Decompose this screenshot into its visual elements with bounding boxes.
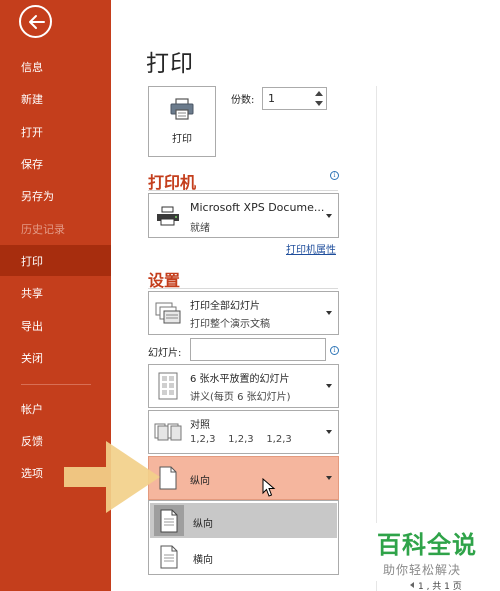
sidebar-item-new[interactable]: 新建 — [0, 83, 111, 114]
orientation-option-label: 横向 — [193, 555, 213, 566]
slides-label: 幻灯片: — [148, 348, 182, 359]
sidebar-item-save-as[interactable]: 另存为 — [0, 180, 111, 211]
slides-range-dropdown[interactable]: 打印全部幻灯片 打印整个演示文稿 — [148, 291, 339, 335]
printer-status: 就绪 — [190, 223, 210, 234]
sidebar-item-history: 历史记录 — [21, 222, 65, 236]
printer-heading-rule — [148, 190, 338, 191]
orientation-option-landscape[interactable]: 横向 — [150, 539, 337, 574]
chevron-down-icon — [326, 476, 332, 480]
decrement-icon[interactable] — [315, 101, 323, 106]
sidebar-item-info[interactable]: 信息 — [0, 51, 111, 82]
chevron-down-icon — [326, 384, 332, 388]
handout-layout-icon — [153, 369, 183, 403]
orientation-dropdown[interactable]: 纵向 — [148, 456, 339, 500]
orientation-option-portrait[interactable]: 纵向 — [150, 503, 337, 538]
sidebar-item-print[interactable]: 打印 — [0, 245, 111, 276]
collation-dropdown[interactable]: 对照 1,2,3 1,2,3 1,2,3 — [148, 410, 339, 454]
orientation-title: 纵向 — [190, 476, 210, 487]
watermark-subtitle: 助你轻松解决 — [383, 563, 462, 577]
layout-title: 6 张水平放置的幻灯片 — [190, 374, 290, 385]
slides-info-icon[interactable]: i — [330, 346, 339, 355]
watermark-logo: 百科全说 助你轻松解决 — [371, 523, 491, 581]
printer-icon — [169, 98, 195, 124]
copies-label: 份数: — [231, 95, 255, 106]
print-button[interactable]: 打印 — [148, 86, 216, 157]
settings-heading-rule — [148, 288, 338, 289]
orientation-option-label: 纵向 — [193, 519, 213, 530]
watermark-title: 百科全说 — [377, 531, 477, 559]
sidebar-item-close[interactable]: 关闭 — [0, 342, 111, 373]
chevron-down-icon — [326, 430, 332, 434]
copies-stepper[interactable]: 1 — [262, 87, 327, 110]
landscape-page-icon — [154, 541, 184, 572]
slides-icon — [153, 296, 183, 330]
tutorial-arrow-icon — [64, 437, 162, 521]
sidebar-item-account[interactable]: 帐户 — [0, 393, 111, 424]
page-title: 打印 — [146, 51, 194, 77]
print-button-label: 打印 — [172, 134, 192, 145]
slides-range-subtitle: 打印整个演示文稿 — [190, 319, 270, 330]
increment-icon[interactable] — [315, 91, 323, 96]
collation-title: 对照 — [190, 420, 210, 431]
printer-info-icon[interactable]: i — [330, 171, 339, 180]
page-navigation: 1 , 共 1 页 — [418, 582, 462, 591]
sidebar-item-open[interactable]: 打开 — [0, 116, 111, 147]
collation-subtitle: 1,2,3 1,2,3 1,2,3 — [190, 434, 292, 445]
sidebar-item-save[interactable]: 保存 — [0, 148, 111, 179]
printer-properties-link[interactable]: 打印机属性 — [286, 241, 336, 256]
slides-range-title: 打印全部幻灯片 — [190, 301, 260, 312]
copies-value: 1 — [268, 92, 275, 105]
chevron-down-icon — [326, 213, 332, 218]
sidebar-item-share[interactable]: 共享 — [0, 277, 111, 308]
sidebar-divider — [21, 384, 91, 385]
preview-divider — [376, 86, 377, 591]
printer-icon — [153, 199, 183, 233]
slides-input[interactable] — [190, 338, 326, 361]
sidebar-item-export[interactable]: 导出 — [0, 310, 111, 341]
layout-dropdown[interactable]: 6 张水平放置的幻灯片 讲义(每页 6 张幻灯片) — [148, 364, 339, 408]
layout-subtitle: 讲义(每页 6 张幻灯片) — [190, 392, 291, 403]
back-arrow-icon[interactable] — [19, 5, 52, 38]
printer-dropdown[interactable]: Microsoft XPS Docume... 就绪 — [148, 193, 339, 238]
printer-name: Microsoft XPS Docume... — [190, 201, 325, 214]
mouse-cursor-icon — [262, 477, 276, 502]
orientation-menu: 纵向 横向 — [148, 500, 339, 575]
chevron-down-icon — [326, 311, 332, 315]
previous-page-icon[interactable] — [410, 582, 414, 588]
